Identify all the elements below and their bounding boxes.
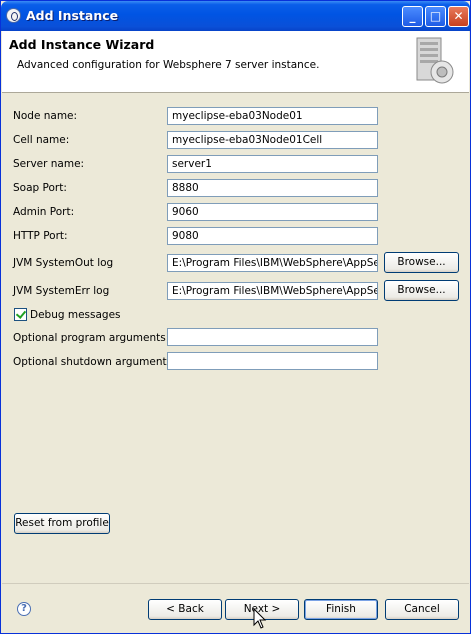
server-name-label: Server name: bbox=[13, 158, 85, 170]
footer-separator bbox=[2, 583, 469, 584]
http-port-field[interactable]: 9080 bbox=[167, 227, 378, 245]
debug-checkbox[interactable] bbox=[14, 308, 27, 321]
node-name-label: Node name: bbox=[13, 110, 78, 122]
cell-name-label: Cell name: bbox=[13, 134, 70, 146]
admin-port-field[interactable]: 9060 bbox=[167, 203, 378, 221]
app-icon bbox=[6, 8, 21, 23]
shutdown-args-label: Optional shutdown arguments: bbox=[13, 356, 176, 368]
jvm-systemout-field[interactable]: E:\Program Files\IBM\WebSphere\AppServ bbox=[167, 254, 378, 272]
title-bar[interactable]: Add Instance _ □ ✕ bbox=[1, 1, 470, 31]
browse-systemerr-button[interactable]: Browse... bbox=[384, 280, 459, 301]
window-title: Add Instance bbox=[26, 8, 119, 23]
add-instance-window: Add Instance _ □ ✕ Add Instance Wizard A… bbox=[0, 0, 471, 634]
wizard-title: Add Instance Wizard bbox=[9, 37, 155, 52]
server-name-field[interactable]: server1 bbox=[167, 155, 378, 173]
http-port-label: HTTP Port: bbox=[13, 230, 68, 242]
cancel-button[interactable]: Cancel bbox=[385, 599, 459, 620]
server-icon bbox=[416, 37, 454, 84]
shutdown-args-field[interactable] bbox=[167, 352, 378, 370]
wizard-header: Add Instance Wizard Advanced configurati… bbox=[2, 31, 469, 93]
finish-button[interactable]: Finish bbox=[304, 599, 378, 620]
help-icon[interactable]: ? bbox=[17, 602, 31, 616]
back-button[interactable]: < Back bbox=[148, 599, 222, 620]
cell-name-field[interactable]: myeclipse-eba03Node01Cell bbox=[167, 131, 378, 149]
program-args-field[interactable] bbox=[167, 328, 378, 346]
minimize-button[interactable]: _ bbox=[402, 6, 423, 27]
node-name-field[interactable]: myeclipse-eba03Node01 bbox=[167, 107, 378, 125]
soap-port-field[interactable]: 8880 bbox=[167, 179, 378, 197]
jvm-systemout-label: JVM SystemOut log bbox=[13, 257, 114, 269]
soap-port-label: Soap Port: bbox=[13, 182, 67, 194]
debug-label: Debug messages bbox=[30, 309, 121, 321]
jvm-systemerr-label: JVM SystemErr log bbox=[13, 285, 110, 297]
close-button[interactable]: ✕ bbox=[448, 6, 469, 27]
program-args-label: Optional program arguments: bbox=[13, 332, 170, 344]
admin-port-label: Admin Port: bbox=[13, 206, 75, 218]
mouse-cursor-icon bbox=[253, 608, 267, 629]
browse-systemout-button[interactable]: Browse... bbox=[384, 252, 459, 273]
wizard-description: Advanced configuration for Websphere 7 s… bbox=[17, 59, 320, 71]
jvm-systemerr-field[interactable]: E:\Program Files\IBM\WebSphere\AppServ bbox=[167, 282, 378, 300]
reset-from-profile-button[interactable]: Reset from profile bbox=[14, 513, 110, 534]
maximize-button[interactable]: □ bbox=[425, 6, 446, 27]
